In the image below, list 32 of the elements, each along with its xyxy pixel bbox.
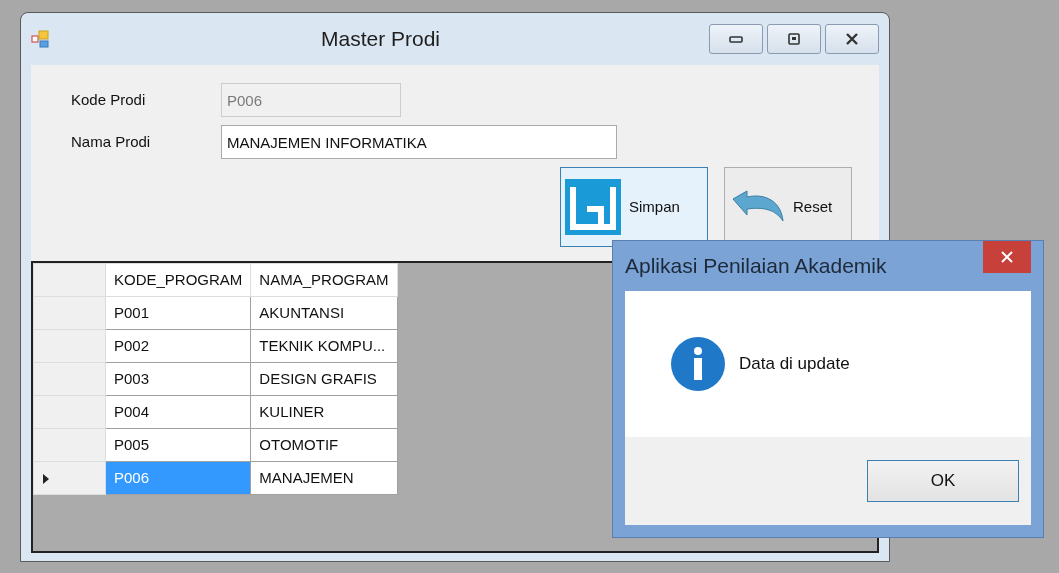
table-cell: P006: [105, 461, 251, 495]
table-cell: OTOMOTIF: [250, 428, 398, 462]
dialog-message: Data di update: [739, 353, 850, 376]
table-cell: AKUNTANSI: [250, 296, 398, 330]
save-button[interactable]: Simpan: [560, 167, 708, 247]
text-field[interactable]: MANAJEMEN INFORMATIKA: [221, 125, 617, 159]
table-cell: MANAJEMEN: [250, 461, 398, 495]
close-button[interactable]: [825, 24, 879, 54]
field-label: Kode Prodi: [71, 89, 147, 110]
close-button[interactable]: [983, 241, 1031, 273]
maximize-button[interactable]: [767, 24, 821, 54]
app-icon: [31, 29, 51, 49]
column-header[interactable]: NAMA_PROGRAM: [250, 263, 398, 297]
table-cell: P004: [105, 395, 251, 429]
table-cell: DESIGN GRAFIS: [250, 362, 398, 396]
table-cell: P005: [105, 428, 251, 462]
table-cell: P002: [105, 329, 251, 363]
close-icon: [845, 33, 859, 45]
table-cell: P001: [105, 296, 251, 330]
minimize-icon: [729, 35, 743, 43]
minimize-button[interactable]: [709, 24, 763, 54]
maximize-icon: [788, 33, 800, 45]
info-icon: [671, 337, 725, 391]
close-icon: [1001, 251, 1013, 263]
column-header[interactable]: KODE_PROGRAM: [105, 263, 251, 297]
table-cell: KULINER: [250, 395, 398, 429]
dialog-title: Aplikasi Penilaian Akademik: [625, 253, 887, 280]
ok-button[interactable]: OK: [867, 460, 1019, 502]
table-cell: TEKNIK KOMPU...: [250, 329, 398, 363]
field-label: Nama Prodi: [71, 131, 152, 152]
window-title: Master Prodi: [321, 26, 441, 53]
table-cell: P003: [105, 362, 251, 396]
